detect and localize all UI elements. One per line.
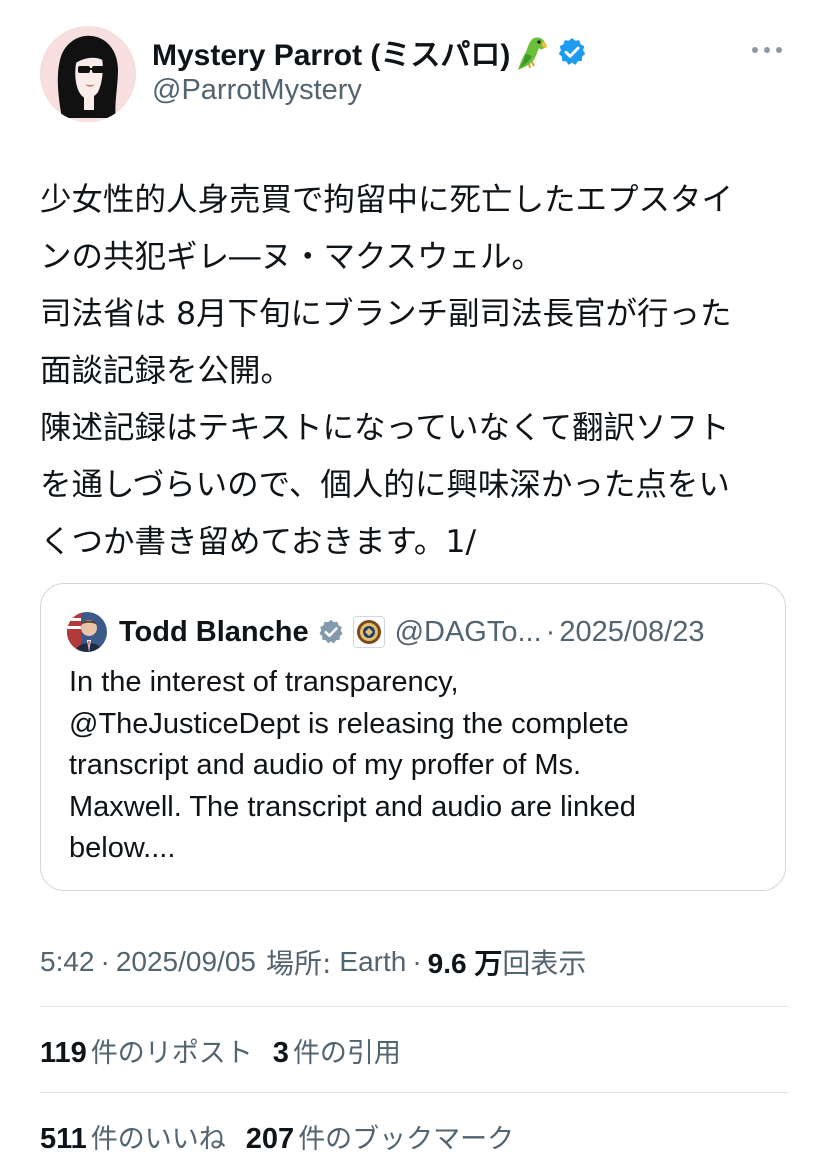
separator-dot: · xyxy=(100,946,110,977)
post-text-line: ンの共犯ギレ―ヌ・マクスウェル。 xyxy=(40,239,544,275)
quotes-stat[interactable]: 3 件の引用 xyxy=(273,1031,401,1070)
author-display-name[interactable]: Mystery Parrot (ミスパロ) xyxy=(152,30,510,74)
bookmarks-stat[interactable]: 207 件のブックマーク xyxy=(246,1117,514,1156)
post-meta-row: 5:42 · 2025/09/05 場所: Earth · 9.6 万 回表示 xyxy=(40,942,586,982)
separator-dot: · xyxy=(412,946,422,977)
quoted-text-line: transcript and audio of my proffer of Ms… xyxy=(69,749,582,781)
location-label: 場所: xyxy=(265,947,332,980)
post-text-line: 陳述記録はテキストになっていなくて翻訳ソフト xyxy=(40,410,730,446)
likes-stat[interactable]: 511 件のいいね xyxy=(40,1117,226,1156)
likes-label[interactable]: 件のいいね xyxy=(91,1117,226,1156)
quoted-text-line: @TheJusticeDept is releasing the complet… xyxy=(69,707,629,740)
gray-verified-badge-icon[interactable] xyxy=(317,618,345,646)
quoted-author-avatar[interactable] xyxy=(67,612,107,652)
quoted-post-card[interactable]: Todd Blanche @DAGTo... · 2025/08/23 In t… xyxy=(40,583,786,891)
post-text-line: 面談記録を公開。 xyxy=(40,353,293,389)
views-count[interactable]: 9.6 万 xyxy=(428,942,503,982)
post-text-line: 司法省は 8月下旬にブランチ副司法長官が行った xyxy=(40,296,732,332)
quoted-post-text: In the interest of transparency, @TheJus… xyxy=(69,662,769,870)
quoted-text-line: In the interest of transparency, xyxy=(69,666,459,698)
separator-dot: · xyxy=(545,615,556,648)
quoted-author-handle[interactable]: @DAGTo... xyxy=(395,616,542,649)
repost-stats-row: 119 件のリポスト 3 件の引用 xyxy=(40,1030,421,1070)
likes-count[interactable]: 511 xyxy=(40,1123,87,1156)
quoted-post-date[interactable]: 2025/08/23 xyxy=(559,616,704,649)
quoted-text-line: below.... xyxy=(69,832,176,864)
quotes-count[interactable]: 3 xyxy=(273,1037,289,1070)
bookmarks-label[interactable]: 件のブックマーク xyxy=(298,1117,514,1156)
views-label[interactable]: 回表示 xyxy=(502,942,586,982)
post-text-line: 少女性的人身売買で拘留中に死亡したエプスタイ xyxy=(40,182,734,218)
more-options-icon[interactable] xyxy=(752,40,782,60)
quoted-text-line: Maxwell. The transcript and audio are li… xyxy=(69,790,636,823)
post-header: Mystery Parrot (ミスパロ) @ParrotMystery xyxy=(40,26,800,122)
doj-seal-icon[interactable] xyxy=(352,616,385,648)
author-avatar[interactable] xyxy=(40,26,136,122)
verified-badge-icon[interactable] xyxy=(556,36,588,68)
post-text-line: を通しづらいので、個人的に興味深かった点をい xyxy=(40,467,730,503)
quoted-author-name[interactable]: Todd Blanche xyxy=(119,616,309,649)
quotes-label[interactable]: 件の引用 xyxy=(293,1031,401,1070)
bookmarks-count[interactable]: 207 xyxy=(246,1123,294,1156)
quoted-post-header: Todd Blanche @DAGTo... · 2025/08/23 xyxy=(67,610,705,654)
location-value: Earth xyxy=(339,946,407,977)
parrot-emoji-icon xyxy=(512,32,552,72)
post-text-line: くつか書き留めておきます。1/ xyxy=(40,524,477,560)
reposts-count[interactable]: 119 xyxy=(40,1037,87,1070)
divider xyxy=(40,1006,788,1007)
author-name-row[interactable]: Mystery Parrot (ミスパロ) xyxy=(152,32,588,72)
reposts-stat[interactable]: 119 件のリポスト xyxy=(40,1031,253,1070)
reposts-label[interactable]: 件のリポスト xyxy=(91,1031,253,1070)
post-time[interactable]: 5:42 xyxy=(40,946,95,978)
post-date[interactable]: 2025/09/05 xyxy=(116,946,256,978)
author-handle[interactable]: @ParrotMystery xyxy=(152,74,362,107)
like-stats-row: 511 件のいいね 207 件のブックマーク xyxy=(40,1116,534,1156)
divider xyxy=(40,1092,788,1093)
post-text: 少女性的人身売買で拘留中に死亡したエプスタイ ンの共犯ギレ―ヌ・マクスウェル。 … xyxy=(40,172,800,571)
man-portrait-avatar-icon xyxy=(67,612,107,652)
woman-with-sunglasses-avatar-icon xyxy=(40,26,136,122)
